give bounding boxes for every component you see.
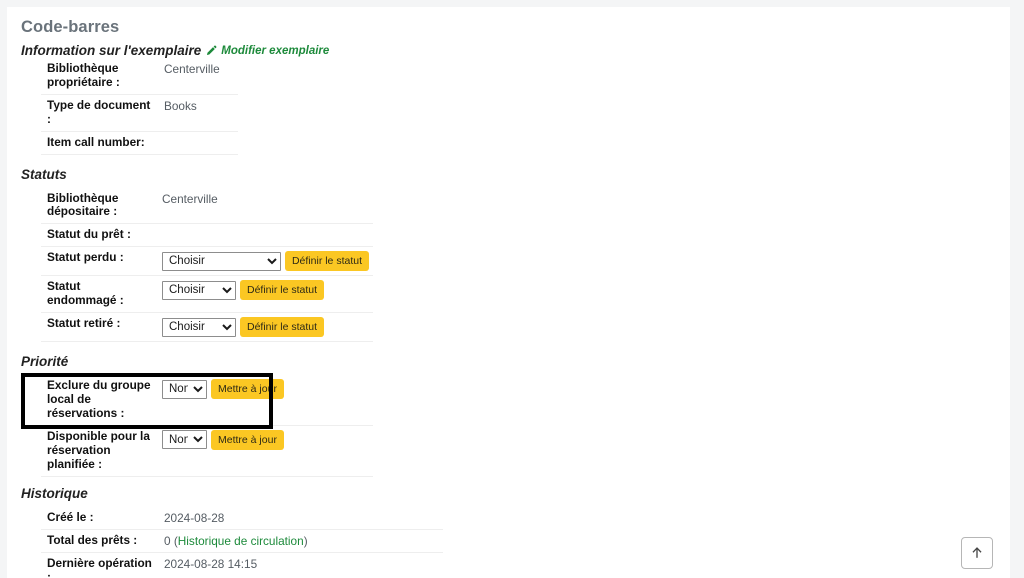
table-row: Dernière opération : 2024-08-28 14:15 xyxy=(41,552,443,578)
damaged-status-select[interactable]: Choisir xyxy=(162,280,236,300)
row-value: Centerville xyxy=(156,187,373,225)
table-row: Item call number: xyxy=(41,131,238,155)
table-row: Disponible pour la réservation planifiée… xyxy=(41,425,373,477)
page-title: Code-barres xyxy=(21,18,120,36)
row-label: Disponible pour la réservation planifiée… xyxy=(41,425,156,477)
row-label: Statut du prêt : xyxy=(41,223,156,248)
item-information-label: Information sur l'exemplaire xyxy=(21,43,202,58)
row-value: Choisir Définir le statut xyxy=(156,246,373,277)
row-label: Type de document : xyxy=(41,94,158,132)
table-row: Statut retiré : Choisir Définir le statu… xyxy=(41,312,373,343)
set-withdrawn-status-button[interactable]: Définir le statut xyxy=(240,317,325,338)
table-row: Exclure du groupe local de réservations … xyxy=(41,375,373,426)
circulation-history-link[interactable]: Historique de circulation xyxy=(178,534,304,548)
row-value: 2024-08-28 14:15 xyxy=(158,552,443,578)
table-row: Total des prêts : 0 (Historique de circu… xyxy=(41,529,443,553)
table-row: Statut du prêt : xyxy=(41,223,373,248)
page-root: Code-barres Information sur l'exemplaire… xyxy=(0,0,1024,578)
row-value: Books xyxy=(158,94,238,132)
table-row: Bibliothèque propriétaire : Centerville xyxy=(41,58,238,95)
set-lost-status-button[interactable]: Définir le statut xyxy=(284,251,369,272)
row-value xyxy=(156,223,373,248)
content-canvas: Code-barres Information sur l'exemplaire… xyxy=(7,7,1010,578)
lost-status-select[interactable]: Choisir xyxy=(162,251,281,271)
row-label: Dernière opération : xyxy=(41,552,158,578)
row-value: Non Mettre à jour xyxy=(156,375,373,426)
historique-table: Créé le : 2024-08-28 Total des prêts : 0… xyxy=(41,506,443,578)
row-value: 2024-08-28 xyxy=(158,506,443,530)
row-label: Créé le : xyxy=(41,506,158,530)
row-label: Exclure du groupe local de réservations … xyxy=(41,375,156,426)
checkouts-count: 0 ( xyxy=(164,533,178,548)
exclude-local-holds-select[interactable]: Non xyxy=(162,379,207,399)
arrow-up-icon xyxy=(970,546,984,560)
withdrawn-status-select[interactable]: Choisir xyxy=(162,317,236,337)
row-label: Statut perdu : xyxy=(41,246,156,277)
row-label: Statut retiré : xyxy=(41,312,156,343)
table-row: Créé le : 2024-08-28 xyxy=(41,506,443,530)
edit-item-link[interactable]: Modifier exemplaire xyxy=(221,45,329,57)
item-information-heading: Information sur l'exemplaire Modifier ex… xyxy=(21,43,1004,58)
row-value: Non Mettre à jour xyxy=(156,425,373,477)
table-row: Statut perdu : Choisir Définir le statut xyxy=(41,246,373,277)
checkouts-suffix: ) xyxy=(303,533,308,548)
item-details-panel: Code-barres Information sur l'exemplaire… xyxy=(14,11,1004,578)
set-damaged-status-button[interactable]: Définir le statut xyxy=(240,280,325,301)
row-value: Choisir Définir le statut xyxy=(156,275,373,314)
table-row: Type de document : Books xyxy=(41,94,238,132)
row-value: Centerville xyxy=(158,58,238,95)
table-row: Bibliothèque dépositaire : Centerville xyxy=(41,187,373,225)
back-to-top-button[interactable] xyxy=(961,537,993,569)
priorite-table: Exclure du groupe local de réservations … xyxy=(41,375,373,477)
table-row: Statut endommagé : Choisir Définir le st… xyxy=(41,275,373,314)
row-label: Item call number: xyxy=(41,131,158,155)
statuts-heading: Statuts xyxy=(21,166,67,182)
row-label: Bibliothèque dépositaire : xyxy=(41,187,156,225)
row-value xyxy=(158,131,238,155)
item-information-table: Bibliothèque propriétaire : Centerville … xyxy=(41,58,238,155)
priorite-heading: Priorité xyxy=(21,354,69,370)
available-scheduled-hold-select[interactable]: Non xyxy=(162,430,207,450)
historique-heading: Historique xyxy=(21,485,88,501)
row-label: Total des prêts : xyxy=(41,529,158,553)
row-value: 0 (Historique de circulation) xyxy=(158,529,443,553)
row-label: Statut endommagé : xyxy=(41,275,156,314)
row-value: Choisir Définir le statut xyxy=(156,312,373,343)
row-label: Bibliothèque propriétaire : xyxy=(41,58,158,95)
update-exclude-local-holds-button[interactable]: Mettre à jour xyxy=(211,379,284,400)
statuts-table: Bibliothèque dépositaire : Centerville S… xyxy=(41,187,373,343)
update-available-scheduled-hold-button[interactable]: Mettre à jour xyxy=(211,429,284,450)
pencil-icon xyxy=(205,45,217,57)
